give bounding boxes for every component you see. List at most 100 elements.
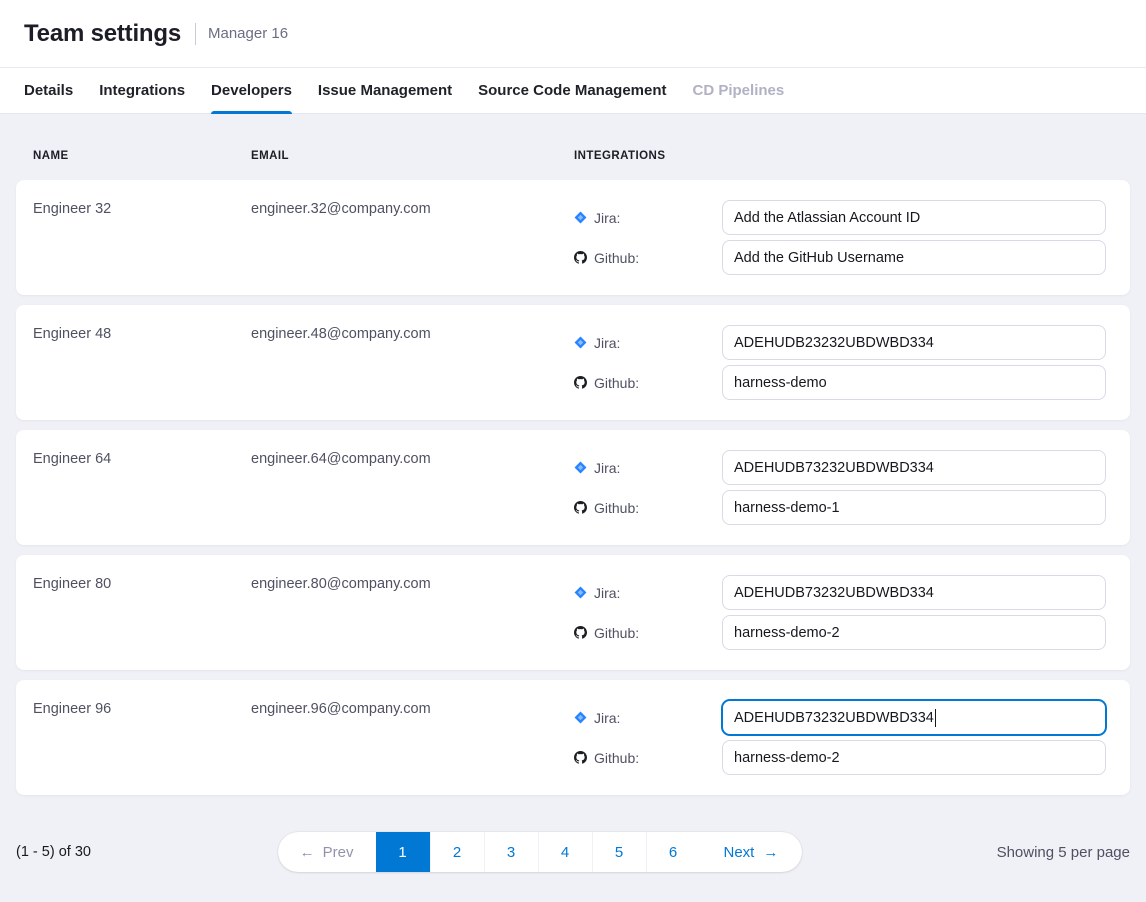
- developer-integrations: Jira: ADEHUDB23232UBDWBD334 Github: harn…: [574, 325, 1106, 400]
- developer-email: engineer.48@company.com: [251, 325, 574, 400]
- github-integration-row: Github: harness-demo-2: [574, 615, 1106, 650]
- tab-developers[interactable]: Developers: [211, 68, 292, 113]
- jira-integration-row: Jira: ADEHUDB23232UBDWBD334: [574, 325, 1106, 360]
- tab-issue-management[interactable]: Issue Management: [318, 68, 452, 113]
- developer-row: Engineer 80 engineer.80@company.com Jira…: [16, 555, 1130, 670]
- page-number-button-2[interactable]: 2: [430, 832, 484, 872]
- page-header: Team settings Manager 16: [0, 0, 1146, 68]
- developer-integrations: Jira: Add the Atlassian Account ID Githu…: [574, 200, 1106, 275]
- jira-field-label: Jira:: [574, 210, 722, 226]
- arrow-left-icon: ←: [300, 844, 315, 861]
- github-field-label: Github:: [574, 625, 722, 641]
- arrow-right-icon: →: [763, 844, 778, 861]
- page-number-button-4[interactable]: 4: [538, 832, 592, 872]
- jira-label: Jira:: [594, 210, 620, 226]
- github-icon: [574, 251, 587, 264]
- tab-label: Integrations: [99, 82, 185, 99]
- github-field-label: Github:: [574, 750, 722, 766]
- tab-integrations[interactable]: Integrations: [99, 68, 185, 113]
- column-header-integrations: INTEGRATIONS: [574, 150, 1106, 162]
- developer-email: engineer.80@company.com: [251, 575, 574, 650]
- developer-integrations: Jira: ADEHUDB73232UBDWBD334 Github: harn…: [574, 450, 1106, 525]
- jira-icon: [574, 711, 587, 724]
- tab-label: CD Pipelines: [693, 82, 785, 99]
- github-input[interactable]: harness-demo-2: [722, 740, 1106, 775]
- jira-label: Jira:: [594, 460, 620, 476]
- jira-integration-row: Jira: Add the Atlassian Account ID: [574, 200, 1106, 235]
- tab-label: Developers: [211, 82, 292, 99]
- github-label: Github:: [594, 625, 639, 641]
- jira-integration-row: Jira: ADEHUDB73232UBDWBD334: [574, 575, 1106, 610]
- github-integration-row: Github: harness-demo-2: [574, 740, 1106, 775]
- jira-icon: [574, 461, 587, 474]
- tab-label: Details: [24, 82, 73, 99]
- developer-email: engineer.64@company.com: [251, 450, 574, 525]
- page-number-button-6[interactable]: 6: [646, 832, 700, 872]
- jira-icon: [574, 211, 587, 224]
- github-field-label: Github:: [574, 250, 722, 266]
- jira-icon: [574, 586, 587, 599]
- developer-name: Engineer 96: [33, 700, 251, 775]
- prev-page-button[interactable]: ← Prev: [278, 832, 376, 872]
- pagination: ← Prev 1 2 3 4 5 6 Next →: [278, 832, 803, 872]
- developer-list: Engineer 32 engineer.32@company.com Jira…: [16, 180, 1130, 795]
- next-page-label: Next: [724, 844, 755, 861]
- github-icon: [574, 751, 587, 764]
- jira-label: Jira:: [594, 710, 620, 726]
- jira-input[interactable]: ADEHUDB73232UBDWBD334: [722, 700, 1106, 735]
- jira-icon: [574, 336, 587, 349]
- per-page-info: Showing 5 per page: [835, 844, 1130, 861]
- prev-page-label: Prev: [323, 844, 354, 861]
- github-integration-row: Github: Add the GitHub Username: [574, 240, 1106, 275]
- page-title: Team settings: [24, 20, 181, 48]
- tab-cd-pipelines: CD Pipelines: [693, 68, 785, 113]
- github-icon: [574, 501, 587, 514]
- pagination-range: (1 - 5) of 30: [16, 844, 311, 860]
- jira-label: Jira:: [594, 585, 620, 601]
- jira-input[interactable]: ADEHUDB73232UBDWBD334: [722, 450, 1106, 485]
- tab-label: Issue Management: [318, 82, 452, 99]
- developer-email: engineer.96@company.com: [251, 700, 574, 775]
- github-input[interactable]: harness-demo-1: [722, 490, 1106, 525]
- developers-panel: NAME EMAIL INTEGRATIONS Engineer 32 engi…: [0, 114, 1146, 795]
- next-page-button[interactable]: Next →: [700, 832, 803, 872]
- developer-integrations: Jira: ADEHUDB73232UBDWBD334 Github: harn…: [574, 700, 1106, 775]
- developer-integrations: Jira: ADEHUDB73232UBDWBD334 Github: harn…: [574, 575, 1106, 650]
- github-label: Github:: [594, 250, 639, 266]
- jira-integration-row: Jira: ADEHUDB73232UBDWBD334: [574, 700, 1106, 735]
- github-input[interactable]: harness-demo-2: [722, 615, 1106, 650]
- developer-row: Engineer 32 engineer.32@company.com Jira…: [16, 180, 1130, 295]
- github-label: Github:: [594, 500, 639, 516]
- tab-details[interactable]: Details: [24, 68, 73, 113]
- github-label: Github:: [594, 750, 639, 766]
- github-integration-row: Github: harness-demo-1: [574, 490, 1106, 525]
- github-label: Github:: [594, 375, 639, 391]
- page-number-button-3[interactable]: 3: [484, 832, 538, 872]
- page-number-button-1[interactable]: 1: [376, 832, 430, 872]
- developer-name: Engineer 64: [33, 450, 251, 525]
- page-number-button-5[interactable]: 5: [592, 832, 646, 872]
- team-settings-page: Team settings Manager 16 Details Integra…: [0, 0, 1146, 872]
- github-input[interactable]: harness-demo: [722, 365, 1106, 400]
- title-divider: [195, 23, 196, 45]
- jira-field-label: Jira:: [574, 585, 722, 601]
- jira-input[interactable]: ADEHUDB73232UBDWBD334: [722, 575, 1106, 610]
- jira-label: Jira:: [594, 335, 620, 351]
- developer-row: Engineer 64 engineer.64@company.com Jira…: [16, 430, 1130, 545]
- jira-input[interactable]: Add the Atlassian Account ID: [722, 200, 1106, 235]
- jira-field-label: Jira:: [574, 460, 722, 476]
- github-icon: [574, 376, 587, 389]
- jira-integration-row: Jira: ADEHUDB73232UBDWBD334: [574, 450, 1106, 485]
- tab-label: Source Code Management: [478, 82, 666, 99]
- developer-email: engineer.32@company.com: [251, 200, 574, 275]
- github-field-label: Github:: [574, 375, 722, 391]
- table-header-row: NAME EMAIL INTEGRATIONS: [16, 130, 1130, 180]
- jira-input[interactable]: ADEHUDB23232UBDWBD334: [722, 325, 1106, 360]
- developer-row: Engineer 48 engineer.48@company.com Jira…: [16, 305, 1130, 420]
- jira-field-label: Jira:: [574, 335, 722, 351]
- tab-source-code-management[interactable]: Source Code Management: [478, 68, 666, 113]
- github-input[interactable]: Add the GitHub Username: [722, 240, 1106, 275]
- developer-name: Engineer 48: [33, 325, 251, 400]
- tab-bar: Details Integrations Developers Issue Ma…: [0, 68, 1146, 114]
- developer-row: Engineer 96 engineer.96@company.com Jira…: [16, 680, 1130, 795]
